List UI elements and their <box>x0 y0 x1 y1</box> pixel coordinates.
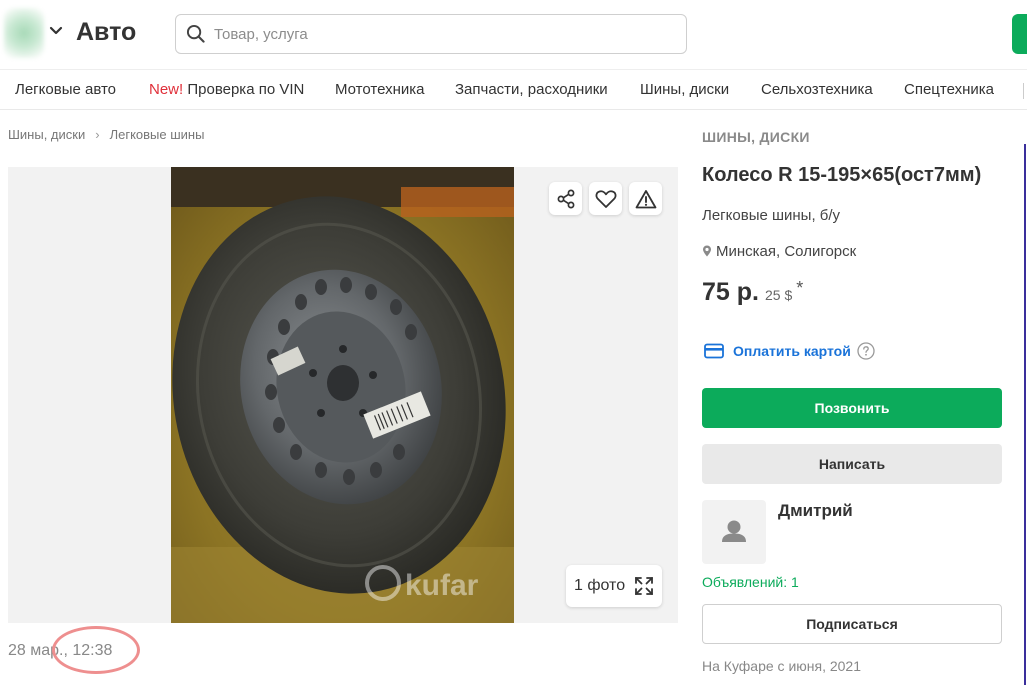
seller-ads-count[interactable]: Объявлений: 1 <box>702 574 799 590</box>
category-title[interactable]: Авто <box>76 18 136 47</box>
page-edge-line <box>1024 144 1026 685</box>
report-button[interactable] <box>629 182 662 215</box>
chevron-right-icon: › <box>95 127 100 142</box>
seller-name[interactable]: Дмитрий <box>778 501 853 521</box>
nav-item-agro[interactable]: Сельхозтехника <box>761 81 873 98</box>
location-label: Минская, Солигорск <box>716 243 857 260</box>
subscribe-button[interactable]: Подписаться <box>702 604 1002 644</box>
nav-item-moto[interactable]: Мототехника <box>335 81 425 98</box>
category-nav: Легковые авто New! Проверка по VIN Мотот… <box>0 70 1027 110</box>
listing-title: Колесо R 15-195×65(ост7мм) <box>702 164 982 186</box>
nav-item-vin-check[interactable]: New! Проверка по VIN <box>149 81 304 98</box>
location-pin-icon <box>703 245 711 257</box>
listing-photo[interactable]: kufar <box>171 167 514 623</box>
write-message-button[interactable]: Написать <box>702 444 1002 484</box>
breadcrumb: Шины, диски › Легковые шины <box>8 127 204 142</box>
price-block: 75 р. 25 $ * <box>702 278 803 307</box>
nav-item-special[interactable]: Спецтехника <box>904 81 994 98</box>
listing-category[interactable]: ШИНЫ, ДИСКИ <box>702 129 810 145</box>
heart-icon <box>595 189 616 208</box>
call-button[interactable]: Позвонить <box>702 388 1002 428</box>
favorite-button[interactable] <box>589 182 622 215</box>
credit-card-icon <box>704 343 724 359</box>
breadcrumb-item[interactable]: Шины, диски <box>8 127 85 142</box>
price-byn: 75 р. <box>702 278 759 306</box>
listing-subtitle: Легковые шины, б/у <box>702 207 841 224</box>
avatar[interactable] <box>702 500 766 564</box>
share-icon <box>557 189 574 208</box>
top-header: Авто <box>0 0 1027 70</box>
chevron-down-icon[interactable] <box>49 24 63 38</box>
nav-divider <box>1023 83 1024 99</box>
share-button[interactable] <box>549 182 582 215</box>
breadcrumb-item[interactable]: Легковые шины <box>110 127 205 142</box>
add-listing-button[interactable] <box>1012 14 1027 54</box>
pay-by-card-link[interactable]: Оплатить картой <box>704 342 875 360</box>
tire-photo-image: kufar <box>171 167 514 623</box>
photo-count-label: 1 фото <box>574 577 626 594</box>
fullscreen-icon <box>635 577 653 595</box>
search-input[interactable] <box>214 20 674 48</box>
nav-item-tires[interactable]: Шины, диски <box>640 81 729 98</box>
nav-item-vin-label: Проверка по VIN <box>187 81 305 98</box>
help-icon[interactable] <box>857 342 875 360</box>
price-footnote[interactable]: * <box>796 278 803 298</box>
site-logo[interactable] <box>4 8 44 58</box>
warning-icon <box>635 189 656 208</box>
photo-count-button[interactable]: 1 фото <box>566 565 662 607</box>
user-icon <box>722 520 746 542</box>
new-badge: New! <box>149 81 184 98</box>
price-usd: 25 $ <box>764 287 793 303</box>
listing-location: Минская, Солигорск <box>702 243 856 260</box>
search-icon <box>186 24 205 43</box>
seller-since: На Куфаре с июня, 2021 <box>702 658 861 674</box>
nav-item-cars[interactable]: Легковые авто <box>15 81 116 98</box>
pay-by-card-label: Оплатить картой <box>733 343 851 359</box>
annotation-circle <box>52 626 140 674</box>
nav-item-parts[interactable]: Запчасти, расходники <box>455 81 608 98</box>
watermark-text: kufar <box>405 569 479 602</box>
